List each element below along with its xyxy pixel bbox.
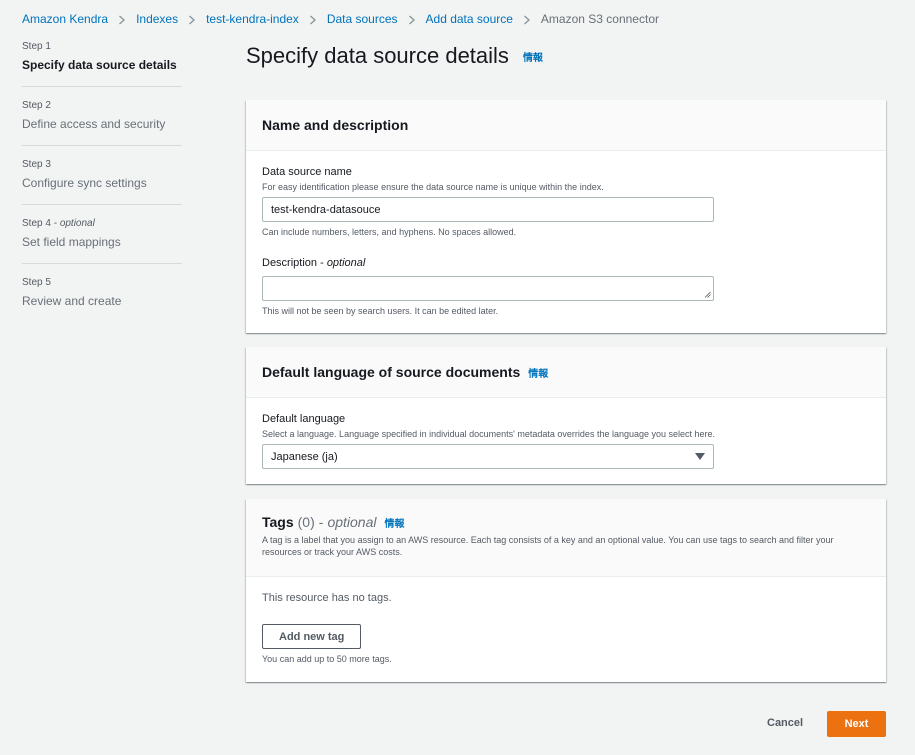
separator-dash: - <box>318 514 324 530</box>
name-description-panel: Name and description Data source name Fo… <box>246 100 886 333</box>
caret-down-icon <box>695 453 705 460</box>
step-optional: optional <box>59 218 95 229</box>
breadcrumb: Amazon Kendra Indexes test-kendra-index … <box>22 11 659 27</box>
step-title: Configure sync settings <box>22 176 147 190</box>
add-new-tag-button[interactable]: Add new tag <box>262 624 362 649</box>
default-language-label: Default language <box>262 413 346 425</box>
chevron-right-icon <box>299 12 327 26</box>
chevron-right-icon <box>178 12 206 26</box>
description-hint: This will not be seen by search users. I… <box>262 306 499 316</box>
tags-title: Tags <box>262 514 294 530</box>
wizard-steps: Step 1 Specify data source details Step … <box>22 40 182 334</box>
no-tags-message: This resource has no tags. <box>262 592 392 604</box>
description-textarea[interactable] <box>262 276 714 301</box>
chevron-right-icon <box>108 12 136 26</box>
breadcrumb-index[interactable]: test-kendra-index <box>206 12 299 26</box>
selected-language: Japanese (ja) <box>271 450 338 463</box>
resize-handle-icon[interactable] <box>704 291 711 298</box>
tags-description: A tag is a label that you assign to an A… <box>262 535 834 557</box>
info-link[interactable]: 情報 <box>528 365 548 380</box>
step-1: Step 1 Specify data source details <box>22 40 182 87</box>
step-number: Step 1 <box>22 41 51 52</box>
description-label: Description - optional <box>262 257 366 269</box>
step-2: Step 2 Define access and security <box>22 99 182 146</box>
page-title: Specify data source details 情報 <box>246 43 543 69</box>
breadcrumb-amazon-kendra[interactable]: Amazon Kendra <box>22 12 108 26</box>
data-source-name-description: For easy identification please ensure th… <box>262 182 604 192</box>
step-title: Review and create <box>22 294 122 308</box>
page-title-text: Specify data source details <box>246 43 509 68</box>
chevron-right-icon <box>513 12 541 26</box>
step-number: Step 2 <box>22 100 51 111</box>
panel-header: Default language of source documents 情報 <box>246 347 886 398</box>
info-link[interactable]: 情報 <box>384 515 404 530</box>
step-4: Step 4 - optional Set field mappings <box>22 217 182 264</box>
breadcrumb-current: Amazon S3 connector <box>540 12 659 26</box>
next-button[interactable]: Next <box>827 711 886 737</box>
breadcrumb-indexes[interactable]: Indexes <box>136 12 178 26</box>
step-5: Step 5 Review and create <box>22 276 182 322</box>
step-title: Define access and security <box>22 117 166 131</box>
panel-title: Default language of source documents 情報 <box>262 364 548 380</box>
step-3: Step 3 Configure sync settings <box>22 158 182 205</box>
step-number: Step 5 <box>22 277 51 288</box>
data-source-name-label: Data source name <box>262 166 352 178</box>
tags-panel: Tags (0) - optional 情報 A tag is a label … <box>246 499 886 682</box>
info-link[interactable]: 情報 <box>523 49 543 64</box>
default-language-select[interactable]: Japanese (ja) <box>262 444 714 469</box>
description-optional: optional <box>326 257 366 269</box>
panel-title-text: Default language of source documents <box>262 364 521 380</box>
data-source-name-hint: Can include numbers, letters, and hyphen… <box>262 227 517 237</box>
description-label-text: Description <box>262 257 318 269</box>
default-language-panel: Default language of source documents 情報 … <box>246 347 886 484</box>
step-title: Set field mappings <box>22 235 121 249</box>
tags-optional: optional <box>327 514 377 530</box>
tags-limit-hint: You can add up to 50 more tags. <box>262 654 392 664</box>
step-title: Specify data source details <box>22 58 177 72</box>
panel-header: Name and description <box>246 100 886 151</box>
chevron-right-icon <box>398 12 426 26</box>
breadcrumb-add-data-source[interactable]: Add data source <box>426 12 513 26</box>
panel-header: Tags (0) - optional 情報 A tag is a label … <box>246 499 886 577</box>
step-number-text: Step 4 <box>22 218 51 229</box>
cancel-button[interactable]: Cancel <box>767 717 803 729</box>
breadcrumb-data-sources[interactable]: Data sources <box>327 12 398 26</box>
panel-title: Tags (0) - optional 情報 <box>262 514 870 530</box>
step-number: Step 4 - optional <box>22 218 95 229</box>
default-language-description: Select a language. Language specified in… <box>262 429 716 439</box>
panel-title: Name and description <box>262 117 409 133</box>
step-number: Step 3 <box>22 159 51 170</box>
tags-count: (0) <box>297 514 315 530</box>
data-source-name-input[interactable]: test-kendra-datasouce <box>262 197 714 222</box>
